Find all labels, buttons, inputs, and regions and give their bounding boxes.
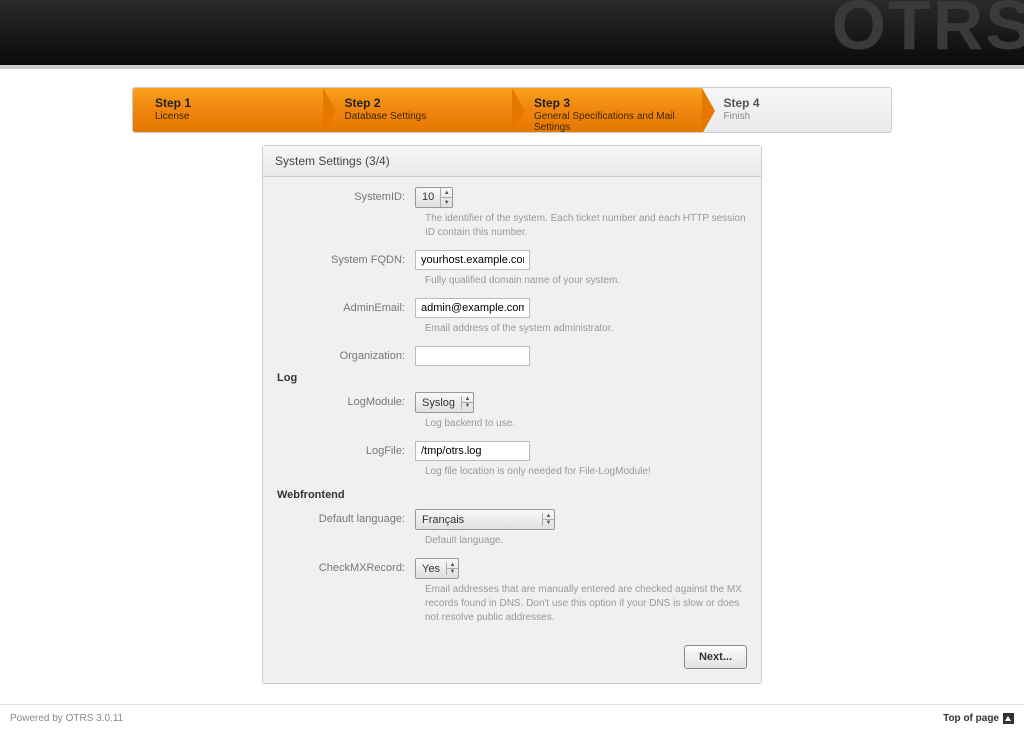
header-bar: OTRS bbox=[0, 0, 1024, 65]
settings-panel: System Settings (3/4) SystemID: 10 ▲ ▼ T… bbox=[262, 145, 762, 684]
wizard-steps: Step 1 License Step 2 Database Settings … bbox=[132, 87, 892, 133]
chevron-up-icon[interactable]: ▲ bbox=[462, 396, 473, 403]
label-language: Default language: bbox=[277, 509, 415, 525]
powered-by: Powered by OTRS 3.0.11 bbox=[10, 713, 123, 724]
organization-input[interactable] bbox=[415, 346, 530, 366]
step-title: Step 3 bbox=[534, 96, 690, 110]
chevron-down-icon[interactable]: ▼ bbox=[543, 520, 554, 526]
fqdn-input[interactable] bbox=[415, 250, 530, 270]
row-language: Default language: Français ▲ ▼ bbox=[277, 509, 747, 530]
help-fqdn: Fully qualified domain name of your syst… bbox=[425, 274, 747, 288]
step-desc: Finish bbox=[724, 111, 880, 122]
section-webfrontend: Webfrontend bbox=[277, 489, 747, 501]
panel-title: System Settings (3/4) bbox=[263, 146, 761, 177]
row-logfile: LogFile: bbox=[277, 441, 747, 461]
top-of-page-label: Top of page bbox=[943, 713, 999, 724]
row-adminemail: AdminEmail: bbox=[277, 298, 747, 318]
step-desc: License bbox=[155, 111, 311, 122]
row-checkmx: CheckMXRecord: Yes ▲ ▼ bbox=[277, 558, 747, 579]
chevron-down-icon[interactable]: ▼ bbox=[462, 403, 473, 409]
help-systemid: The identifier of the system. Each ticke… bbox=[425, 212, 747, 240]
label-logfile: LogFile: bbox=[277, 441, 415, 457]
select-arrows[interactable]: ▲ ▼ bbox=[461, 396, 473, 409]
arrow-up-icon bbox=[1003, 713, 1014, 724]
chevron-up-icon[interactable]: ▲ bbox=[441, 188, 452, 198]
step-title: Step 4 bbox=[724, 96, 880, 110]
spinner-arrows[interactable]: ▲ ▼ bbox=[440, 188, 452, 207]
logfile-input[interactable] bbox=[415, 441, 530, 461]
wizard-container: Step 1 License Step 2 Database Settings … bbox=[132, 87, 892, 133]
language-value: Français bbox=[422, 514, 470, 526]
chevron-down-icon[interactable]: ▼ bbox=[441, 198, 452, 207]
step-title: Step 1 bbox=[155, 96, 311, 110]
adminemail-input[interactable] bbox=[415, 298, 530, 318]
section-log: Log bbox=[277, 372, 747, 384]
row-fqdn: System FQDN: bbox=[277, 250, 747, 270]
step-2-database[interactable]: Step 2 Database Settings bbox=[323, 88, 513, 132]
chevron-up-icon[interactable]: ▲ bbox=[543, 513, 554, 520]
help-logmodule: Log backend to use. bbox=[425, 417, 747, 431]
help-language: Default language. bbox=[425, 534, 747, 548]
systemid-value: 10 bbox=[416, 188, 440, 207]
language-select[interactable]: Français ▲ ▼ bbox=[415, 509, 555, 530]
label-logmodule: LogModule: bbox=[277, 392, 415, 408]
logmodule-value: Syslog bbox=[422, 397, 461, 409]
checkmx-value: Yes bbox=[422, 563, 446, 575]
label-checkmx: CheckMXRecord: bbox=[277, 558, 415, 574]
panel-body: SystemID: 10 ▲ ▼ The identifier of the s… bbox=[263, 177, 761, 683]
help-logfile: Log file location is only needed for Fil… bbox=[425, 465, 747, 479]
step-desc: General Specifications and Mail Settings bbox=[534, 111, 690, 133]
panel-footer: Next... bbox=[277, 635, 747, 669]
next-button[interactable]: Next... bbox=[684, 645, 747, 669]
label-systemid: SystemID: bbox=[277, 187, 415, 203]
step-title: Step 2 bbox=[345, 96, 501, 110]
label-organization: Organization: bbox=[277, 346, 415, 362]
page-footer: Powered by OTRS 3.0.11 Top of page bbox=[0, 704, 1024, 732]
systemid-spinner[interactable]: 10 ▲ ▼ bbox=[415, 187, 453, 208]
chevron-up-icon[interactable]: ▲ bbox=[447, 562, 458, 569]
header-divider bbox=[0, 65, 1024, 69]
help-checkmx: Email addresses that are manually entere… bbox=[425, 583, 747, 625]
logo: OTRS bbox=[832, 0, 1024, 65]
step-4-finish[interactable]: Step 4 Finish bbox=[702, 88, 892, 132]
checkmx-select[interactable]: Yes ▲ ▼ bbox=[415, 558, 459, 579]
select-arrows[interactable]: ▲ ▼ bbox=[542, 513, 554, 526]
label-fqdn: System FQDN: bbox=[277, 250, 415, 266]
logmodule-select[interactable]: Syslog ▲ ▼ bbox=[415, 392, 474, 413]
chevron-down-icon[interactable]: ▼ bbox=[447, 569, 458, 575]
step-1-license[interactable]: Step 1 License bbox=[133, 88, 323, 132]
step-desc: Database Settings bbox=[345, 111, 501, 122]
step-3-general[interactable]: Step 3 General Specifications and Mail S… bbox=[512, 88, 702, 132]
row-logmodule: LogModule: Syslog ▲ ▼ bbox=[277, 392, 747, 413]
help-adminemail: Email address of the system administrato… bbox=[425, 322, 747, 336]
top-of-page-link[interactable]: Top of page bbox=[943, 713, 1014, 724]
row-organization: Organization: bbox=[277, 346, 747, 366]
select-arrows[interactable]: ▲ ▼ bbox=[446, 562, 458, 575]
row-systemid: SystemID: 10 ▲ ▼ bbox=[277, 187, 747, 208]
label-adminemail: AdminEmail: bbox=[277, 298, 415, 314]
